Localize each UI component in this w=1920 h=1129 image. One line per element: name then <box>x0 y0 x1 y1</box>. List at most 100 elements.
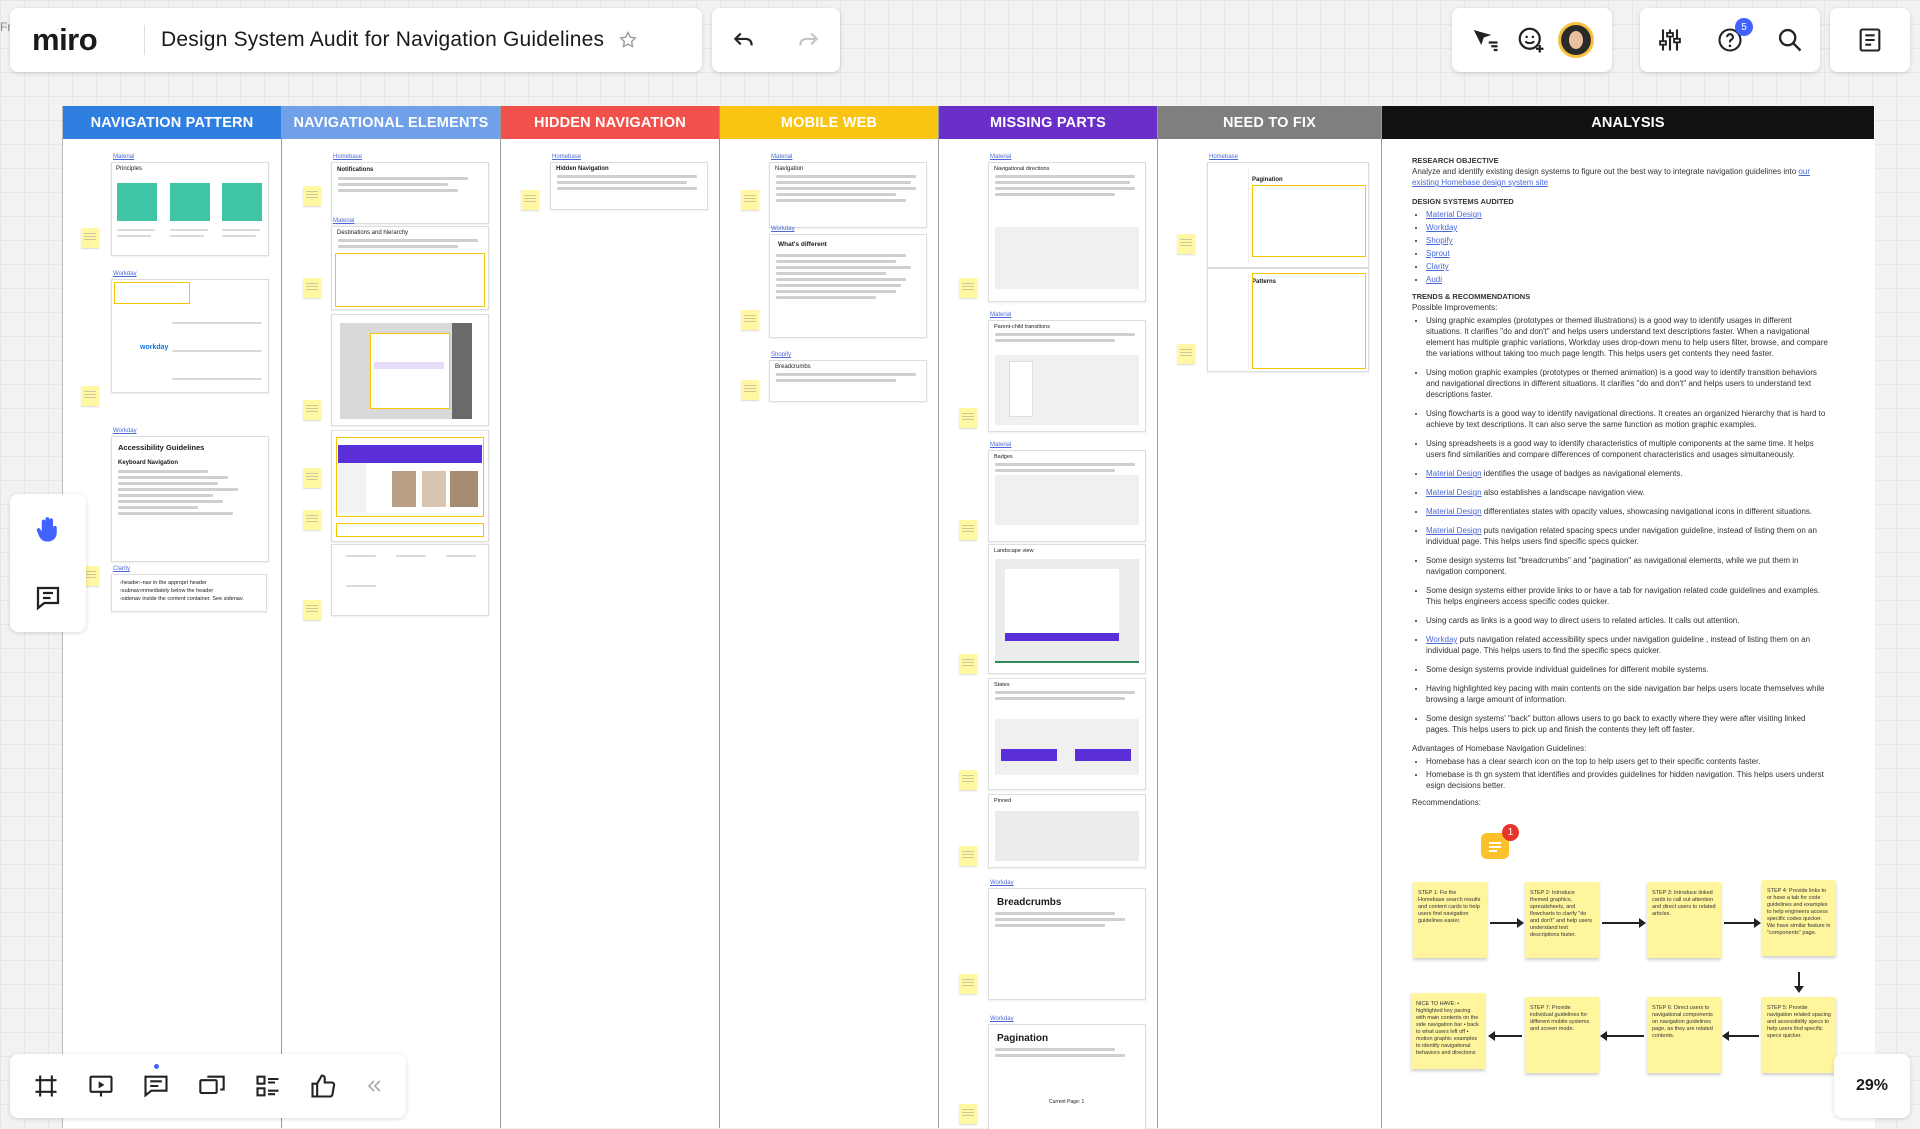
source-link[interactable]: Shopify <box>771 352 791 358</box>
sticky-note[interactable] <box>1177 234 1195 254</box>
design-system-link[interactable]: Material Design <box>1426 210 1482 219</box>
sticky-note[interactable] <box>521 190 539 210</box>
card-pinned[interactable]: Pinned <box>988 794 1146 868</box>
analysis-text[interactable]: RESEARCH OBJECTIVE Analyze and identify … <box>1412 155 1830 808</box>
step-6-sticky[interactable]: STEP 6: Direct users to navigational com… <box>1647 997 1721 1073</box>
sticky-note[interactable] <box>741 190 759 210</box>
source-link[interactable]: Workday <box>771 226 795 232</box>
source-link[interactable]: Homebase <box>1209 154 1238 160</box>
sticky-note[interactable] <box>1177 344 1195 364</box>
card-pagination[interactable]: Pagination Current Page: 1 <box>988 1024 1146 1129</box>
design-system-link[interactable]: Sprout <box>1426 249 1450 258</box>
card-parent-child[interactable]: Parent-child transitions <box>988 320 1146 432</box>
source-link[interactable]: Material <box>113 154 134 160</box>
source-link[interactable]: Clarity <box>113 566 130 572</box>
card-gallery-example[interactable] <box>331 430 489 542</box>
card-fix-pagination[interactable]: Pagination <box>1207 162 1369 268</box>
sticky-note[interactable] <box>303 510 321 530</box>
design-system-link[interactable]: Audi <box>1426 275 1442 284</box>
source-link[interactable]: Material <box>990 442 1011 448</box>
notes-icon[interactable] <box>1856 26 1884 54</box>
undo-icon[interactable] <box>731 27 757 53</box>
step-4-sticky[interactable]: STEP 4: Provide links to or have a tab f… <box>1762 880 1836 956</box>
sticky-note[interactable] <box>959 1104 977 1124</box>
miro-logo[interactable]: miro <box>32 22 134 58</box>
comments-button[interactable] <box>142 1064 170 1100</box>
comment-marker[interactable]: 1 <box>1481 824 1519 859</box>
improvement-link[interactable]: Material Design <box>1426 488 1482 497</box>
presentation-icon[interactable] <box>87 1072 115 1100</box>
sticky-note[interactable] <box>741 380 759 400</box>
nice-to-have-sticky[interactable]: NICE TO HAVE: • highlighted key pacing w… <box>1411 993 1485 1069</box>
sticky-note[interactable] <box>741 310 759 330</box>
source-link[interactable]: Workday <box>113 271 137 277</box>
source-link[interactable]: Material <box>990 312 1011 318</box>
sticky-note[interactable] <box>303 600 321 620</box>
column-hidden-navigation[interactable]: HIDDEN NAVIGATION <box>501 106 720 1128</box>
card-destinations[interactable]: Destinations and hierarchy <box>331 226 489 310</box>
thumbs-up-icon[interactable] <box>309 1072 337 1100</box>
sticky-note[interactable] <box>81 228 99 248</box>
card-landscape[interactable]: Landscape view <box>988 544 1146 674</box>
card-drawer-example[interactable] <box>331 314 489 426</box>
column-navigation-pattern[interactable]: NAVIGATION PATTERN <box>63 106 282 1128</box>
screen-share-icon[interactable] <box>197 1072 227 1100</box>
card-whats-different[interactable]: What's different <box>769 234 927 338</box>
card-badges[interactable]: Badges <box>988 450 1146 542</box>
card-list-example[interactable] <box>331 544 489 616</box>
improvement-link[interactable]: Material Design <box>1426 507 1482 516</box>
hand-tool-icon[interactable] <box>33 514 63 544</box>
frame-icon[interactable] <box>32 1072 60 1100</box>
improvement-link[interactable]: Material Design <box>1426 526 1482 535</box>
improvement-link[interactable]: Workday <box>1426 635 1457 644</box>
card-clarity[interactable]: ‹header›-nav in the appropri header ‹sub… <box>111 574 267 612</box>
step-3-sticky[interactable]: STEP 3: Introduce linked cards to call o… <box>1647 882 1721 958</box>
help-button[interactable]: 5 <box>1716 18 1753 54</box>
star-icon[interactable] <box>618 30 638 50</box>
source-link[interactable]: Homebase <box>333 154 362 160</box>
sticky-note[interactable] <box>959 278 977 298</box>
source-link[interactable]: Material <box>771 154 792 160</box>
design-system-link[interactable]: Clarity <box>1426 262 1449 271</box>
source-link[interactable]: Material <box>990 154 1011 160</box>
design-system-link[interactable]: Workday <box>1426 223 1457 232</box>
sticky-note[interactable] <box>303 468 321 488</box>
source-link[interactable]: Material <box>333 218 354 224</box>
card-states[interactable]: States <box>988 678 1146 790</box>
step-7-sticky[interactable]: STEP 7: Provide individual guidelines fo… <box>1525 997 1599 1073</box>
zoom-panel[interactable]: 29% <box>1834 1054 1910 1118</box>
avatar[interactable] <box>1558 22 1594 58</box>
source-link[interactable]: Workday <box>990 1016 1014 1022</box>
comments-icon[interactable] <box>142 1072 170 1100</box>
card-accessibility[interactable]: Accessibility Guidelines Keyboard Naviga… <box>111 436 269 562</box>
settings-sliders-icon[interactable] <box>1656 26 1684 54</box>
source-link[interactable]: Workday <box>990 880 1014 886</box>
cursor-filter-icon[interactable] <box>1470 25 1500 55</box>
design-system-link[interactable]: Shopify <box>1426 236 1453 245</box>
comment-tool-icon[interactable] <box>33 583 63 613</box>
sticky-note[interactable] <box>303 278 321 298</box>
step-2-sticky[interactable]: STEP 2: Introduce themed graphics, sprea… <box>1525 882 1599 958</box>
collapse-chevron-icon[interactable] <box>364 1076 384 1096</box>
sticky-note[interactable] <box>959 654 977 674</box>
board-title[interactable]: Design System Audit for Navigation Guide… <box>161 28 604 52</box>
source-link[interactable]: Workday <box>113 428 137 434</box>
card-breadcrumbs-small[interactable]: Breadcrumbs <box>769 360 927 402</box>
step-1-sticky[interactable]: STEP 1: Fix the Homebase search results … <box>1413 882 1487 958</box>
sticky-note[interactable] <box>959 846 977 866</box>
sticky-note[interactable] <box>959 974 977 994</box>
card-hidden-navigation[interactable]: Hidden Navigation <box>550 162 708 210</box>
redo-icon[interactable] <box>795 27 821 53</box>
card-navigation[interactable]: Navigation <box>769 162 927 228</box>
card-nav-directions[interactable]: Navigational directions <box>988 162 1146 302</box>
sticky-note[interactable] <box>959 770 977 790</box>
sticky-note[interactable] <box>303 186 321 206</box>
step-5-sticky[interactable]: STEP 5: Provide navigation related spaci… <box>1762 997 1836 1073</box>
zoom-level[interactable]: 29% <box>1856 1077 1888 1095</box>
card-fix-patterns[interactable]: Patterns <box>1207 268 1369 372</box>
card-principles[interactable]: Principles <box>111 162 269 256</box>
sticky-note[interactable] <box>959 408 977 428</box>
improvement-link[interactable]: Material Design <box>1426 469 1482 478</box>
sticky-note[interactable] <box>959 520 977 540</box>
source-link[interactable]: Homebase <box>552 154 581 160</box>
